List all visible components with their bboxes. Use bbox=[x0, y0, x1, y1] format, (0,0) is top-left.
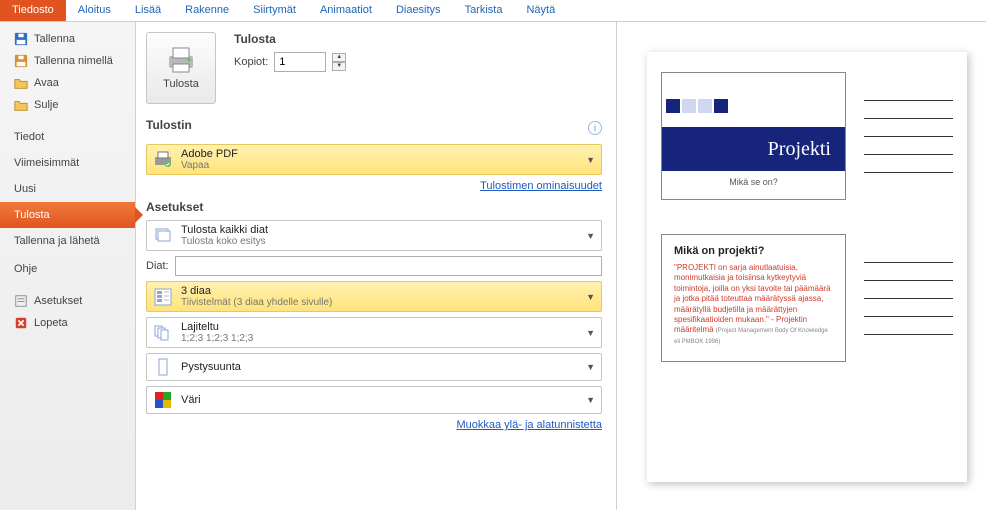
print-preview: Projekti Mikä se on? Mikä on projekti? "… bbox=[616, 22, 986, 510]
collate-dropdown[interactable]: Lajiteltu 1;2;3 1;2;3 1;2;3 ▼ bbox=[146, 317, 602, 348]
note-lines bbox=[864, 100, 953, 173]
nav-label: Uusi bbox=[14, 183, 36, 195]
print-what-title: Tulosta kaikki diat bbox=[181, 224, 578, 236]
nav-label: Tallenna nimellä bbox=[34, 55, 113, 67]
tab-diaesitys[interactable]: Diaesitys bbox=[384, 0, 453, 21]
nav-tallenna-nimella[interactable]: Tallenna nimellä bbox=[0, 50, 135, 72]
nav-tallenna-ja-laheta[interactable]: Tallenna ja lähetä bbox=[0, 228, 135, 256]
collate-icon bbox=[153, 323, 173, 343]
chevron-down-icon: ▼ bbox=[586, 362, 595, 372]
handout-row: Projekti Mikä se on? bbox=[661, 72, 953, 200]
slides-range-input[interactable] bbox=[175, 256, 602, 276]
print-what-dropdown[interactable]: Tulosta kaikki diat Tulosta koko esitys … bbox=[146, 220, 602, 251]
close-doc-icon bbox=[14, 98, 28, 112]
collate-title: Lajiteltu bbox=[181, 321, 578, 333]
color-icon bbox=[153, 390, 173, 410]
nav-label: Tiedot bbox=[14, 131, 44, 143]
tab-lisaa[interactable]: Lisää bbox=[123, 0, 173, 21]
nav-label: Avaa bbox=[34, 77, 59, 89]
color-title: Väri bbox=[181, 394, 578, 406]
layout-title: 3 diaa bbox=[181, 285, 578, 297]
settings-heading: Asetukset bbox=[146, 200, 602, 214]
chevron-down-icon: ▼ bbox=[586, 231, 595, 241]
chevron-down-icon: ▼ bbox=[586, 155, 595, 165]
edit-header-footer-link[interactable]: Muokkaa ylä- ja alatunnistetta bbox=[456, 419, 602, 431]
handout-page: Projekti Mikä se on? Mikä on projekti? "… bbox=[647, 52, 967, 482]
print-button-label: Tulosta bbox=[163, 78, 199, 90]
nav-ohje[interactable]: Ohje bbox=[0, 256, 135, 282]
slide1-title: Projekti bbox=[662, 127, 845, 171]
tab-nayta[interactable]: Näytä bbox=[514, 0, 567, 21]
nav-avaa[interactable]: Avaa bbox=[0, 72, 135, 94]
nav-tulosta[interactable]: Tulosta bbox=[0, 202, 135, 228]
nav-sulje[interactable]: Sulje bbox=[0, 94, 135, 116]
tab-siirtymat[interactable]: Siirtymät bbox=[241, 0, 308, 21]
tab-aloitus[interactable]: Aloitus bbox=[66, 0, 123, 21]
tab-animaatiot[interactable]: Animaatiot bbox=[308, 0, 384, 21]
nav-asetukset[interactable]: Asetukset bbox=[0, 290, 135, 312]
slide2-body: "PROJEKTI on sarja ainutlaatuisia, monim… bbox=[674, 263, 831, 334]
portrait-icon bbox=[153, 357, 173, 377]
printer-properties-link[interactable]: Tulostimen ominaisuudet bbox=[480, 180, 602, 192]
backstage-nav: Tallenna Tallenna nimellä Avaa Sulje Tie… bbox=[0, 22, 136, 510]
printer-status: Vapaa bbox=[181, 160, 578, 171]
layout-dropdown[interactable]: 3 diaa Tiivistelmät (3 diaa yhdelle sivu… bbox=[146, 281, 602, 312]
copies-spinner[interactable]: ▲▼ bbox=[332, 53, 346, 71]
ribbon-tabs: Tiedosto Aloitus Lisää Rakenne Siirtymät… bbox=[0, 0, 986, 22]
nav-lopeta[interactable]: Lopeta bbox=[0, 312, 135, 334]
note-lines bbox=[864, 262, 953, 335]
nav-label: Tallenna bbox=[34, 33, 75, 45]
layout-sub: Tiivistelmät (3 diaa yhdelle sivulle) bbox=[181, 297, 578, 308]
printer-heading: Tulostin bbox=[146, 118, 192, 132]
nav-label: Sulje bbox=[34, 99, 58, 111]
print-what-sub: Tulosta koko esitys bbox=[181, 236, 578, 247]
save-icon bbox=[14, 32, 28, 46]
nav-label: Asetukset bbox=[34, 295, 82, 307]
nav-label: Viimeisimmät bbox=[14, 157, 79, 169]
nav-label: Ohje bbox=[14, 263, 37, 275]
nav-tallenna[interactable]: Tallenna bbox=[0, 28, 135, 50]
nav-tiedot[interactable]: Tiedot bbox=[0, 124, 135, 150]
printer-name: Adobe PDF bbox=[181, 148, 578, 160]
exit-icon bbox=[14, 316, 28, 330]
slides-range-label: Diat: bbox=[146, 260, 169, 272]
nav-uusi[interactable]: Uusi bbox=[0, 176, 135, 202]
tab-tarkista[interactable]: Tarkista bbox=[453, 0, 515, 21]
save-as-icon bbox=[14, 54, 28, 68]
slide1-sub: Mikä se on? bbox=[662, 171, 845, 193]
print-button[interactable]: Tulosta bbox=[146, 32, 216, 104]
slide-thumb-2: Mikä on projekti? "PROJEKTI on sarja ain… bbox=[661, 234, 846, 362]
slides-stack-icon bbox=[153, 226, 173, 246]
options-icon bbox=[14, 294, 28, 308]
chevron-down-icon: ▼ bbox=[586, 328, 595, 338]
copies-input[interactable] bbox=[274, 52, 326, 72]
slide2-title: Mikä on projekti? bbox=[674, 245, 833, 257]
collate-sub: 1;2;3 1;2;3 1;2;3 bbox=[181, 333, 578, 344]
printer-status-icon bbox=[153, 150, 173, 170]
slide-thumb-1: Projekti Mikä se on? bbox=[661, 72, 846, 200]
handout-row: Mikä on projekti? "PROJEKTI on sarja ain… bbox=[661, 234, 953, 362]
nav-label: Tallenna ja lähetä bbox=[14, 235, 100, 249]
orientation-title: Pystysuunta bbox=[181, 361, 578, 373]
color-dropdown[interactable]: Väri ▼ bbox=[146, 386, 602, 414]
nav-label: Lopeta bbox=[34, 317, 68, 329]
print-heading: Tulosta bbox=[234, 32, 346, 46]
chevron-down-icon: ▼ bbox=[586, 395, 595, 405]
print-panel: Tulosta Tulosta Kopiot: ▲▼ Tulostin i Ad… bbox=[136, 22, 616, 510]
tab-rakenne[interactable]: Rakenne bbox=[173, 0, 241, 21]
handout-3-icon bbox=[153, 287, 173, 307]
info-icon[interactable]: i bbox=[588, 121, 602, 135]
orientation-dropdown[interactable]: Pystysuunta ▼ bbox=[146, 353, 602, 381]
tab-tiedosto[interactable]: Tiedosto bbox=[0, 0, 66, 21]
copies-label: Kopiot: bbox=[234, 56, 268, 68]
open-icon bbox=[14, 76, 28, 90]
nav-label: Tulosta bbox=[14, 209, 50, 221]
chevron-down-icon: ▼ bbox=[586, 292, 595, 302]
printer-icon bbox=[165, 46, 197, 74]
nav-viimeisimmat[interactable]: Viimeisimmät bbox=[0, 150, 135, 176]
printer-dropdown[interactable]: Adobe PDF Vapaa ▼ bbox=[146, 144, 602, 175]
